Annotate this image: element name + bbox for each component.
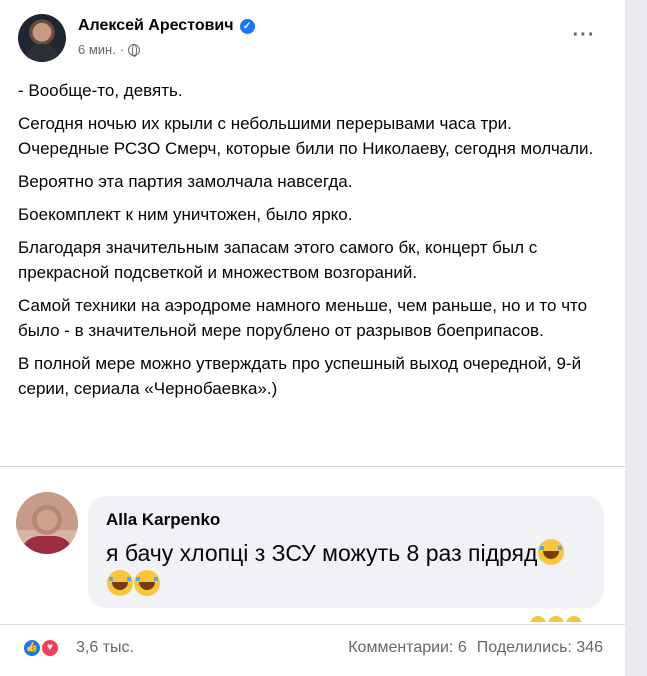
comments-count-link[interactable]: Комментарии: 6 [348, 639, 467, 656]
author-name[interactable]: Алексей Арестович ✓ [78, 17, 255, 35]
author-name-text[interactable]: Алексей Арестович [78, 17, 234, 34]
avatar-body [20, 536, 74, 554]
post-stats: Комментарии: 6 Поделились: 346 [348, 639, 603, 657]
comment-text: я бачу хлопці з ЗСУ можуть 8 раз підряд [106, 538, 566, 600]
post-paragraph: Сегодня ночью их крыли с небольшими пере… [18, 114, 594, 158]
shares-count-link[interactable]: Поделились: 346 [477, 639, 603, 656]
post-text: - Вообще-то, девять. Сегодня ночью их кр… [18, 78, 598, 409]
verified-badge-icon: ✓ [239, 19, 255, 34]
footer-divider [0, 624, 625, 625]
emoji-reaction-icon [566, 616, 582, 622]
post-paragraph: В полной мере можно утверждать про успеш… [18, 354, 582, 398]
meta-separator: · [119, 42, 125, 57]
globe-icon [128, 44, 141, 57]
laughing-crying-icon [134, 570, 160, 596]
comment-reactions-peek [530, 616, 586, 622]
post-paragraph: Благодаря значительным запасам этого сам… [18, 238, 538, 282]
post-header: Алексей Арестович ✓ 6 мин. · ··· [18, 14, 618, 66]
love-reaction-icon: ♥ [40, 638, 60, 658]
post-paragraph: - Вообще-то, девять. [18, 81, 183, 100]
post-time[interactable]: 6 мин. [78, 42, 116, 57]
commenter-avatar[interactable] [16, 492, 78, 554]
emoji-reaction-icon [530, 616, 546, 622]
avatar-hair [16, 492, 78, 530]
post-paragraph: Вероятно эта партия замолчала навсегда. [18, 172, 353, 191]
post-paragraph: Самой техники на аэродроме намного меньш… [18, 296, 588, 340]
avatar-shoulders [24, 44, 60, 62]
like-reaction-icon: 👍 [22, 638, 42, 658]
author-avatar[interactable] [18, 14, 66, 62]
laughing-crying-icon [107, 570, 133, 596]
emoji-reaction-icon [548, 616, 564, 622]
comment-text-content: я бачу хлопці з ЗСУ можуть 8 раз підряд [106, 540, 538, 566]
laughing-crying-icon [538, 539, 565, 565]
reactions-count[interactable]: 3,6 тыс. [76, 639, 134, 657]
comment-bubble: Alla Karpenko я бачу хлопці з ЗСУ можуть… [88, 496, 604, 608]
comment-author[interactable]: Alla Karpenko [106, 510, 220, 530]
post-paragraph: Боекомплект к ним уничтожен, было ярко. [18, 205, 353, 224]
post-meta: 6 мин. · [78, 42, 141, 57]
section-divider [0, 466, 625, 467]
more-options-button[interactable]: ··· [566, 25, 602, 48]
post-card: Алексей Арестович ✓ 6 мин. · ··· - Вообще-… [0, 0, 625, 676]
